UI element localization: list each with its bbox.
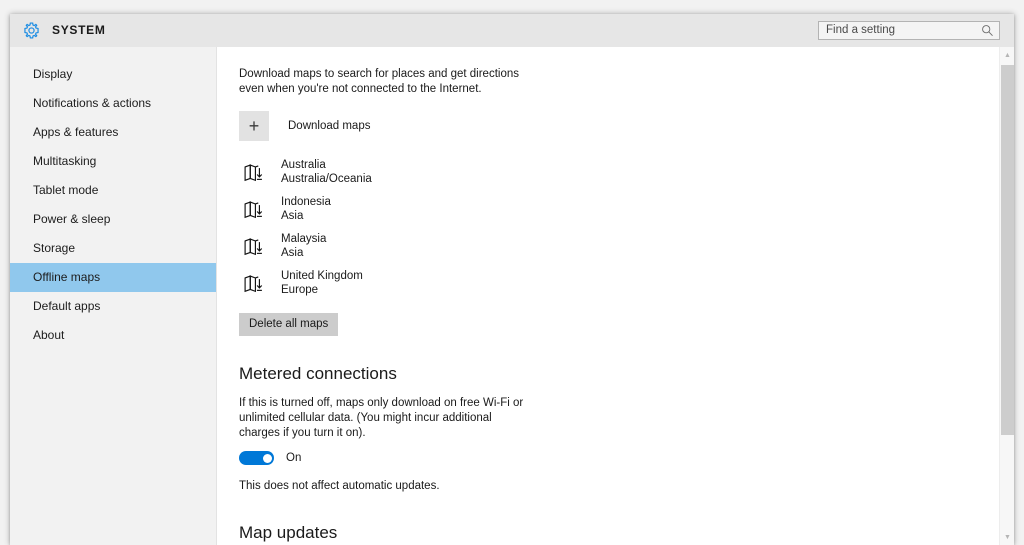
map-region: Europe [281,283,319,296]
download-maps-label: Download maps [288,120,371,132]
title-bar: SYSTEM [10,14,1014,48]
map-name: Indonesia [281,196,331,208]
map-entry-text: United Kingdom Europe [281,270,363,297]
map-name: United Kingdom [281,270,363,282]
delete-all-maps-button[interactable]: Delete all maps [239,313,339,336]
metered-connections-toggle-state: On [286,452,302,464]
sidebar-item-notifications-actions[interactable]: Notifications & actions [10,89,216,118]
metered-connections-description: If this is turned off, maps only downloa… [239,397,524,439]
sidebar-item-default-apps[interactable]: Default apps [10,292,216,321]
map-region: Asia [281,209,304,222]
download-maps-row[interactable]: + Download maps [239,111,999,141]
map-download-icon [243,273,264,294]
window-title: SYSTEM [52,23,106,37]
sidebar-item-label: Offline maps [33,270,101,284]
sidebar-item-label: About [33,328,65,342]
download-maps-button[interactable]: + [239,111,269,141]
sidebar-item-tablet-mode[interactable]: Tablet mode [10,176,216,205]
content-scrollbar[interactable]: ▲ ▼ [999,47,1014,545]
search-icon [981,24,994,37]
sidebar-item-label: Tablet mode [33,183,99,197]
scroll-down-arrow-icon[interactable]: ▼ [1000,529,1014,545]
map-region: Australia/Oceania [281,172,372,185]
map-download-icon [243,199,264,220]
sidebar-item-label: Apps & features [33,125,119,139]
map-name: Malaysia [281,233,327,245]
content-pane: Download maps to search for places and g… [217,47,999,545]
sidebar-item-storage[interactable]: Storage [10,234,216,263]
metered-connections-toggle[interactable] [239,451,274,465]
metered-connections-toggle-row[interactable]: On [239,451,999,465]
list-item[interactable]: Indonesia Asia [239,194,999,225]
sidebar-item-about[interactable]: About [10,321,216,350]
scrollbar-thumb[interactable] [1001,65,1014,435]
map-download-icon [243,162,264,183]
metered-connections-note: This does not affect automatic updates. [239,480,440,492]
plus-icon: + [248,116,260,136]
toggle-knob [262,453,272,463]
map-download-icon [243,236,264,257]
sidebar-item-label: Notifications & actions [33,96,152,110]
scroll-up-arrow-icon[interactable]: ▲ [1000,47,1014,63]
screen: SYSTEM Display [0,0,1024,545]
sidebar-item-display[interactable]: Display [10,60,216,89]
sidebar-item-label: Multitasking [33,154,97,168]
map-updates-heading: Map updates [239,523,338,542]
map-name: Australia [281,159,326,171]
map-entry-text: Malaysia Asia [281,233,326,260]
map-region: Asia [281,246,304,259]
search-box[interactable] [818,21,1000,40]
sidebar-item-offline-maps[interactable]: Offline maps [10,263,216,292]
sidebar-item-label: Storage [33,241,76,255]
sidebar-item-label: Display [33,67,73,81]
sidebar-item-power-sleep[interactable]: Power & sleep [10,205,216,234]
search-input[interactable] [826,22,971,39]
sidebar-item-multitasking[interactable]: Multitasking [10,147,216,176]
sidebar-item-label: Power & sleep [33,212,111,226]
sidebar-item-apps-features[interactable]: Apps & features [10,118,216,147]
offline-maps-description: Download maps to search for places and g… [239,68,519,95]
metered-connections-heading: Metered connections [239,364,397,383]
sidebar-nav-list: Display Notifications & actions Apps & f… [10,47,216,350]
sidebar: Display Notifications & actions Apps & f… [10,47,217,545]
list-item[interactable]: Malaysia Asia [239,231,999,262]
sidebar-item-label: Default apps [33,299,101,313]
list-item[interactable]: United Kingdom Europe [239,268,999,299]
list-item[interactable]: Australia Australia/Oceania [239,157,999,188]
map-entry-text: Indonesia Asia [281,196,331,223]
gear-icon [22,21,41,40]
settings-window: SYSTEM Display [10,14,1014,545]
map-entry-text: Australia Australia/Oceania [281,159,372,186]
content-inner: Download maps to search for places and g… [217,47,999,545]
